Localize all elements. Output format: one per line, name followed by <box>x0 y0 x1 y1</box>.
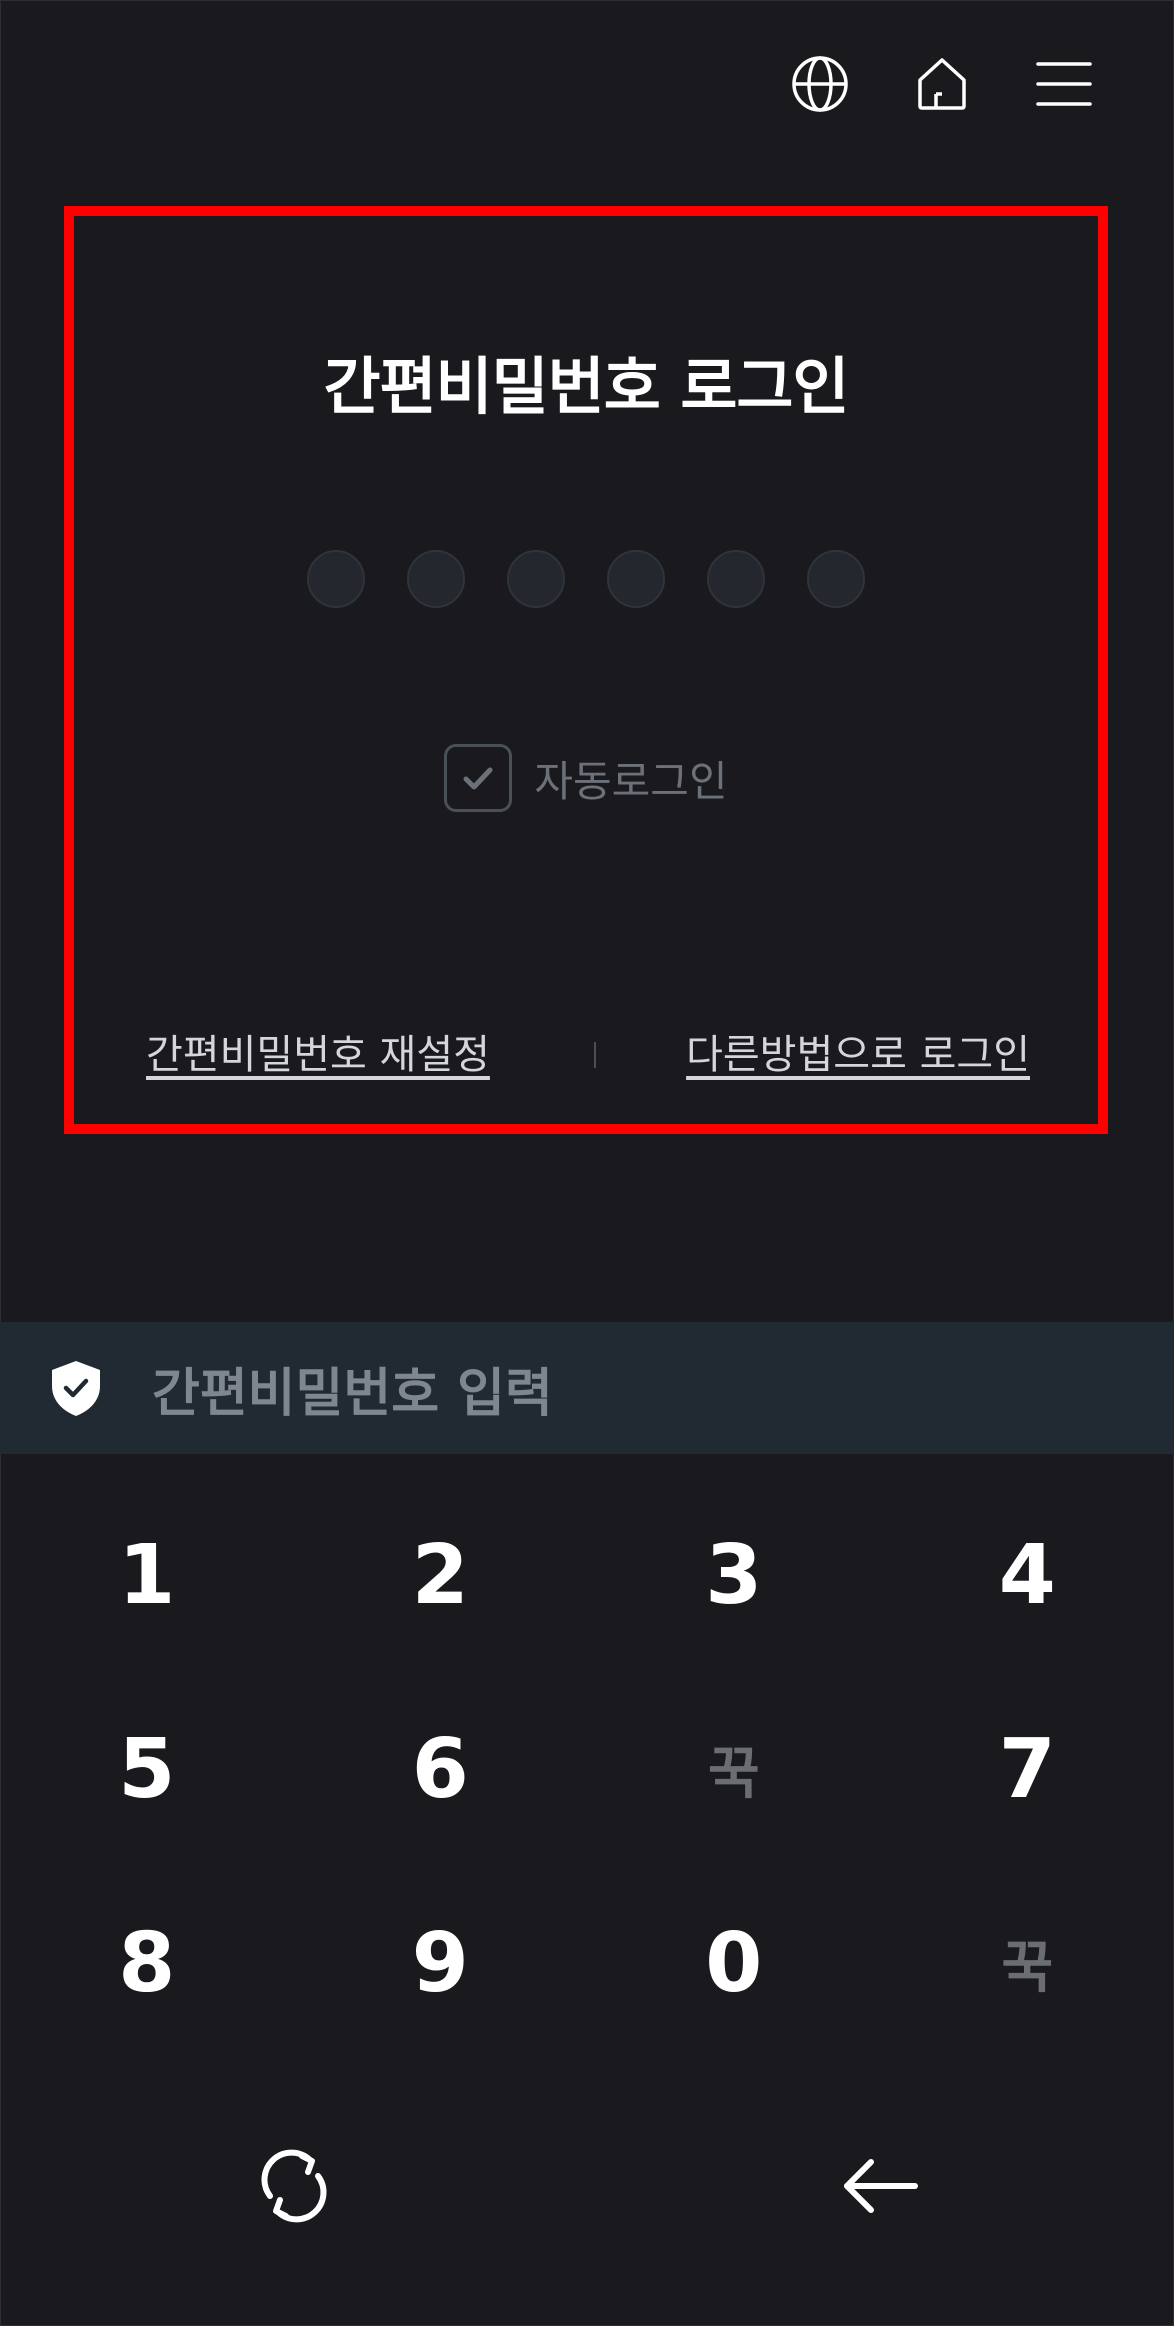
key-6[interactable]: 6 <box>294 1672 588 1866</box>
key-8[interactable]: 8 <box>0 1866 294 2060</box>
key-9[interactable]: 9 <box>294 1866 588 2060</box>
globe-icon[interactable] <box>788 52 852 116</box>
keypad-row: 1 2 3 4 <box>0 1478 1174 1672</box>
backspace-button[interactable] <box>587 2086 1174 2286</box>
auto-login-label: 자동로그인 <box>534 756 728 806</box>
link-divider <box>594 1042 596 1068</box>
backspace-icon <box>843 2159 918 2213</box>
pin-dot <box>707 550 765 608</box>
key-5[interactable]: 5 <box>0 1672 294 1866</box>
keypad-row: 5 6 꾹 7 <box>0 1672 1174 1866</box>
key-0[interactable]: 0 <box>587 1866 881 2060</box>
login-panel: 간편비밀번호 로그인 자동로그인 간편비밀번호 재설정 다른방법으로 로그인 <box>64 206 1108 1134</box>
key-dummy[interactable]: 꾹 <box>881 1866 1174 2060</box>
pin-dot <box>607 550 665 608</box>
reset-password-link[interactable]: 간편비밀번호 재설정 <box>146 1022 490 1080</box>
pin-dot <box>407 550 465 608</box>
keypad-row: 8 9 0 꾹 <box>0 1866 1174 2060</box>
shield-check-icon <box>52 1361 100 1416</box>
keypad-header: 간편비밀번호 입력 <box>0 1322 1174 1454</box>
auto-login-checkbox[interactable] <box>444 744 513 812</box>
check-icon <box>463 767 493 790</box>
login-links: 간편비밀번호 재설정 다른방법으로 로그인 <box>74 1022 1098 1082</box>
auto-login-toggle[interactable]: 자동로그인 <box>74 744 1098 812</box>
pin-indicator <box>74 550 1098 608</box>
key-3[interactable]: 3 <box>587 1478 881 1672</box>
key-1[interactable]: 1 <box>0 1478 294 1672</box>
keypad-actions <box>0 2086 1174 2286</box>
home-icon[interactable] <box>910 52 974 116</box>
menu-icon[interactable] <box>1032 52 1096 116</box>
secure-keypad: 1 2 3 4 5 6 꾹 7 8 9 0 꾹 <box>0 1478 1174 2060</box>
pin-dot <box>807 550 865 608</box>
shuffle-button[interactable] <box>0 2086 587 2286</box>
page-title: 간편비밀번호 로그인 <box>323 350 850 423</box>
top-bar <box>788 52 1096 116</box>
pin-dot <box>507 550 565 608</box>
key-4[interactable]: 4 <box>881 1478 1174 1672</box>
keypad-title: 간편비밀번호 입력 <box>152 1363 553 1424</box>
other-login-link[interactable]: 다른방법으로 로그인 <box>686 1022 1030 1080</box>
key-dummy[interactable]: 꾹 <box>587 1672 881 1866</box>
pin-dot <box>307 550 365 608</box>
refresh-icon <box>261 2149 326 2223</box>
key-7[interactable]: 7 <box>881 1672 1174 1866</box>
key-2[interactable]: 2 <box>294 1478 588 1672</box>
